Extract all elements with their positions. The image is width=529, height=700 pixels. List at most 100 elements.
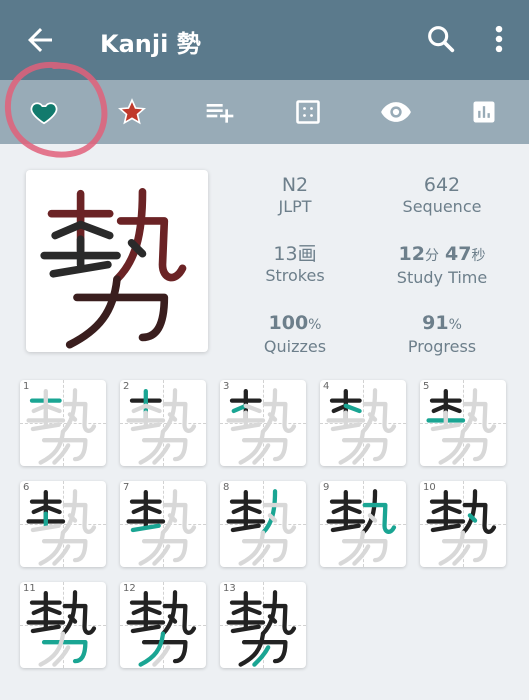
stroke-step-drawing [126, 590, 197, 667]
stroke-step-number: 11 [23, 583, 36, 594]
pending-stroke [430, 422, 461, 432]
more-vertical-icon[interactable] [486, 22, 512, 56]
page-title: Kanji 勢 [100, 30, 201, 58]
stroke-step-number: 10 [423, 482, 436, 493]
pending-stroke [60, 388, 78, 434]
progress-number: 91 [422, 312, 449, 334]
pending-stroke [160, 388, 178, 434]
kanji-strokes-image [40, 188, 187, 349]
stroke-step-number: 2 [123, 381, 130, 392]
pending-stroke [330, 422, 361, 432]
jlpt-value: N2 [281, 174, 309, 196]
playlist-add-icon [206, 104, 234, 123]
stroke-step-13[interactable]: 13 [220, 582, 306, 668]
study-time-value: 12分 47秒 [372, 243, 512, 267]
search-icon[interactable] [424, 22, 458, 56]
stroke-step-drawing [226, 489, 297, 566]
pending-stroke [360, 388, 378, 434]
grid-button[interactable] [288, 92, 328, 132]
completed-stroke [160, 590, 178, 636]
stroke-step-7[interactable]: 7 [120, 481, 206, 567]
bar-chart-icon [473, 101, 495, 123]
stroke-step-number: 9 [323, 482, 330, 493]
study-minutes-unit: 分 [424, 248, 439, 264]
stroke-step-9[interactable]: 9 [320, 481, 406, 567]
stroke-step-4[interactable]: 4 [320, 380, 406, 466]
sequence-stat: 642 Sequence [372, 174, 512, 218]
stroke-step-5[interactable]: 5 [420, 380, 506, 466]
sequence-value: 642 [423, 174, 461, 196]
star-button[interactable] [112, 92, 152, 132]
quizzes-unit: % [308, 317, 322, 333]
strokes-stat: 13画 Strokes [225, 243, 365, 287]
stroke-step-3[interactable]: 3 [220, 380, 306, 466]
sequence-label: Sequence [402, 197, 482, 216]
progress-value: 91% [372, 312, 512, 336]
stroke-step-drawing [226, 590, 297, 667]
current-stroke [260, 489, 278, 535]
completed-stroke [230, 624, 261, 634]
pending-stroke [460, 388, 478, 434]
add-to-list-button[interactable] [200, 92, 240, 132]
stroke-step-drawing [26, 489, 97, 566]
stroke-step-11[interactable]: 11 [20, 582, 106, 668]
stroke-step-number: 5 [423, 381, 430, 392]
strokes-value: 13画 [273, 243, 317, 265]
stroke-step-6[interactable]: 6 [20, 481, 106, 567]
current-stroke [130, 523, 161, 533]
stroke-step-number: 3 [223, 381, 230, 392]
stroke-step-drawing [126, 388, 197, 465]
completed-stroke [360, 489, 378, 535]
stroke-step-number: 7 [123, 482, 130, 493]
jlpt-stat: N2 JLPT [225, 174, 365, 218]
grid-icon [296, 100, 320, 124]
study-seconds-unit: 秒 [471, 248, 486, 264]
stroke-step-drawing [326, 388, 397, 465]
jlpt-label: JLPT [278, 197, 312, 216]
study-seconds: 47 [445, 243, 472, 265]
pending-stroke [30, 422, 61, 432]
strokes-label: Strokes [265, 266, 325, 285]
completed-stroke [330, 523, 361, 533]
eye-icon [381, 102, 411, 122]
stroke-step-10[interactable]: 10 [420, 481, 506, 567]
completed-stroke [30, 624, 61, 634]
pending-stroke [160, 489, 178, 535]
stroke-step-drawing [126, 489, 197, 566]
progress-unit: % [448, 317, 462, 333]
study-minutes: 12 [398, 243, 425, 265]
stroke-step-2[interactable]: 2 [120, 380, 206, 466]
completed-stroke [460, 489, 478, 535]
stroke-step-number: 4 [323, 381, 330, 392]
stroke-step-number: 1 [23, 381, 30, 392]
stroke-step-number: 8 [223, 482, 230, 493]
stroke-step-number: 12 [123, 583, 136, 594]
quizzes-label: Quizzes [263, 337, 327, 356]
quizzes-stat: 100% Quizzes [225, 312, 365, 358]
pending-stroke [260, 388, 278, 434]
stroke-step-drawing [26, 388, 97, 465]
annotation-circle [4, 61, 108, 158]
completed-stroke [230, 523, 261, 533]
quizzes-number: 100 [268, 312, 309, 334]
pending-stroke [60, 489, 78, 535]
study-time-stat: 12分 47秒 Study Time [372, 243, 512, 289]
quizzes-value: 100% [225, 312, 365, 336]
completed-stroke [60, 590, 78, 636]
stroke-step-drawing [226, 388, 297, 465]
view-button[interactable] [376, 92, 416, 132]
stats-button[interactable] [464, 92, 504, 132]
stroke-step-8[interactable]: 8 [220, 481, 306, 567]
stroke-step-number: 13 [223, 583, 236, 594]
pending-stroke [30, 523, 61, 533]
star-icon [118, 98, 146, 125]
arrow-left-icon[interactable] [22, 22, 58, 58]
kanji-display[interactable] [26, 170, 208, 352]
stroke-step-12[interactable]: 12 [120, 582, 206, 668]
stroke-step-1[interactable]: 1 [20, 380, 106, 466]
progress-label: Progress [407, 337, 477, 356]
completed-stroke [130, 624, 161, 634]
completed-stroke [430, 523, 461, 533]
stroke-step-drawing [26, 590, 97, 667]
progress-stat: 91% Progress [372, 312, 512, 358]
